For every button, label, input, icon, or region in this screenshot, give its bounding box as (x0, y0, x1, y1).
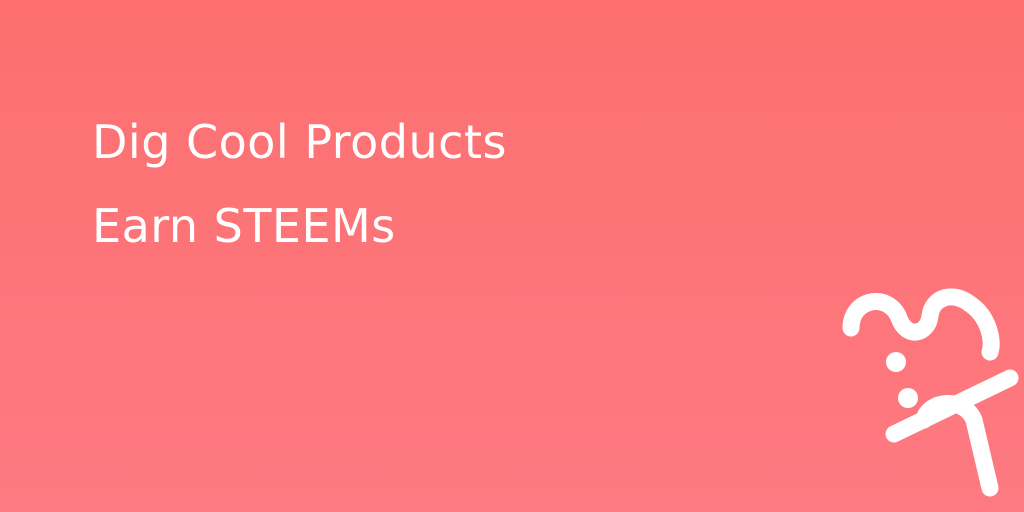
steemhunt-logo-icon (820, 270, 1024, 512)
headline-line-1: Dig Cool Products (92, 115, 507, 169)
headline: Dig Cool Products Earn STEEMs (92, 100, 507, 268)
headline-line-2: Earn STEEMs (92, 199, 396, 253)
promo-banner: Dig Cool Products Earn STEEMs (0, 0, 1024, 512)
